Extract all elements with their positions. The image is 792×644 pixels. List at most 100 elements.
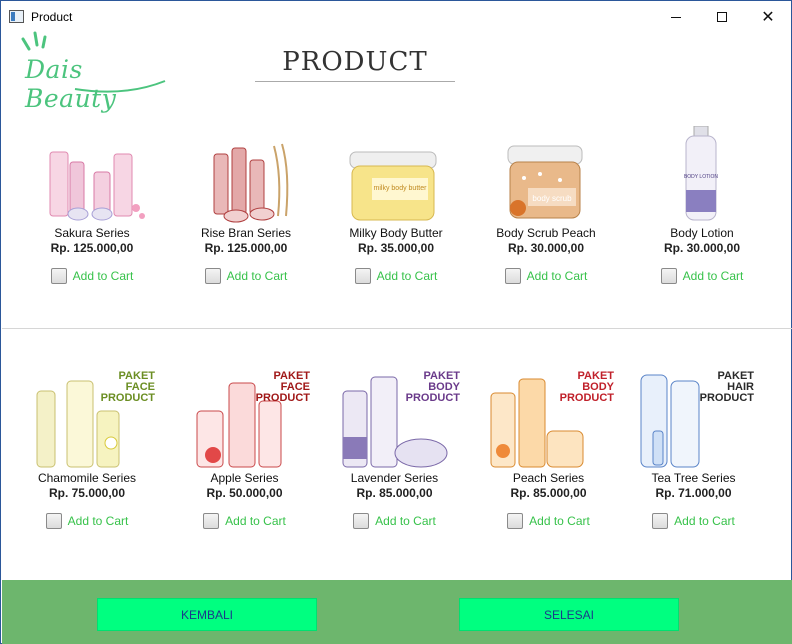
product-image-rise-bran [186, 126, 306, 226]
add-to-cart-toggle[interactable]: Add to Cart [321, 268, 471, 284]
finish-button[interactable]: SELESAI [459, 598, 679, 631]
add-to-cart-checkbox[interactable] [45, 513, 62, 529]
product-name: Milky Body Butter [349, 226, 443, 240]
add-to-cart-checkbox[interactable] [353, 513, 370, 529]
section-divider [2, 328, 792, 329]
brand-logo: Dais Beauty [15, 31, 175, 113]
product-price: Rp. 30.000,00 [663, 241, 741, 255]
add-to-cart-toggle[interactable]: Add to Cart [481, 513, 616, 529]
product-price: Rp. 75.000,00 [48, 486, 126, 500]
add-to-cart-toggle[interactable]: Add to Cart [627, 268, 777, 284]
product-price: Rp. 85.000,00 [510, 486, 587, 500]
page-title: PRODUCT [282, 47, 428, 77]
product-image-peach: PAKET BODY PRODUCT [481, 371, 616, 471]
product-price: Rp. 35.000,00 [357, 241, 435, 255]
maximize-icon [717, 12, 727, 22]
bottle-label: BODY LOTION [684, 174, 718, 180]
product-image-lavender: PAKET BODY PRODUCT [327, 371, 462, 471]
title-underline [255, 81, 455, 82]
app-icon [9, 10, 24, 23]
add-to-cart-checkbox[interactable] [203, 513, 220, 529]
product-card-peach: PAKET BODY PRODUCT Peach Series Rp. 85.0… [481, 371, 616, 529]
add-to-cart-label[interactable]: Add to Cart [529, 514, 590, 528]
add-to-cart-label[interactable]: Add to Cart [527, 269, 588, 283]
add-to-cart-label[interactable]: Add to Cart [227, 269, 288, 283]
product-price: Rp. 50.000,00 [206, 486, 283, 500]
product-card-rise-bran: Rise Bran Series Rp. 125.000,00 Add to C… [171, 126, 321, 284]
product-card-lavender: PAKET BODY PRODUCT Lavender Series Rp. 8… [327, 371, 462, 529]
package-badge: PAKET BODY PRODUCT [406, 371, 460, 404]
product-name: Chamomile Series [37, 471, 137, 485]
product-price: Rp. 125.000,00 [50, 241, 134, 255]
product-card-milky-body-butter: milky body butter Milky Body Butter Rp. … [321, 126, 471, 284]
product-card-sakura: Sakura Series Rp. 125.000,00 Add to Cart [17, 126, 167, 284]
product-image-body-lotion: BODY LOTION [642, 125, 762, 226]
product-name: Body Lotion [670, 226, 734, 240]
back-button[interactable]: KEMBALI [97, 598, 317, 631]
package-badge-line: PRODUCT [559, 392, 614, 404]
product-card-chamomile: PAKET FACE PRODUCT Chamomile Series Rp. … [17, 371, 157, 529]
product-image-sakura [32, 126, 152, 226]
jar-label: body scrub [532, 194, 572, 203]
product-card-tea-tree: PAKET HAIR PRODUCT Tea Tree Series Rp. 7… [631, 371, 756, 529]
add-to-cart-label[interactable]: Add to Cart [73, 269, 134, 283]
add-to-cart-checkbox[interactable] [50, 268, 67, 284]
add-to-cart-label[interactable]: Add to Cart [674, 514, 735, 528]
add-to-cart-toggle[interactable]: Add to Cart [327, 513, 462, 529]
add-to-cart-checkbox[interactable] [504, 268, 521, 284]
package-badge-line: PRODUCT [255, 392, 310, 404]
app-window: Product ✕ Dais Beauty PRODUCT Sakura Ser… [0, 0, 792, 644]
product-name: Sakura Series [54, 226, 130, 240]
add-to-cart-label[interactable]: Add to Cart [375, 514, 436, 528]
product-card-apple: PAKET FACE PRODUCT Apple Series Rp. 50.0… [177, 371, 312, 529]
product-price: Rp. 85.000,00 [356, 486, 433, 500]
product-price: Rp. 30.000,00 [507, 241, 585, 255]
add-to-cart-checkbox[interactable] [204, 268, 221, 284]
package-badge-line: PRODUCT [405, 392, 460, 404]
package-badge-line: PRODUCT [100, 392, 155, 404]
add-to-cart-toggle[interactable]: Add to Cart [631, 513, 756, 529]
package-badge: PAKET BODY PRODUCT [560, 371, 614, 404]
add-to-cart-checkbox[interactable] [660, 268, 677, 284]
close-icon: ✕ [761, 9, 775, 26]
window-title: Product [31, 10, 73, 24]
product-name: Tea Tree Series [651, 471, 736, 485]
add-to-cart-label[interactable]: Add to Cart [225, 514, 286, 528]
add-to-cart-checkbox[interactable] [354, 268, 371, 284]
product-name: Peach Series [512, 471, 585, 485]
add-to-cart-toggle[interactable]: Add to Cart [177, 513, 312, 529]
close-button[interactable]: ✕ [745, 1, 791, 33]
package-badge: PAKET HAIR PRODUCT [700, 371, 754, 404]
package-badge-line: PRODUCT [699, 392, 754, 404]
add-to-cart-label[interactable]: Add to Cart [377, 269, 438, 283]
product-name: Lavender Series [350, 471, 439, 485]
maximize-button[interactable] [699, 1, 745, 33]
title-bar: Product ✕ [1, 1, 791, 33]
add-to-cart-toggle[interactable]: Add to Cart [17, 268, 167, 284]
product-card-body-scrub-peach: body scrub Body Scrub Peach Rp. 30.000,0… [471, 126, 621, 284]
product-image-tea-tree: PAKET HAIR PRODUCT [631, 371, 756, 471]
product-image-milky-body-butter: milky body butter [336, 126, 456, 226]
add-to-cart-toggle[interactable]: Add to Cart [17, 513, 157, 529]
product-price: Rp. 71.000,00 [655, 486, 732, 500]
product-card-body-lotion: BODY LOTION Body Lotion Rp. 30.000,00 Ad… [627, 125, 777, 284]
minimize-button[interactable] [653, 1, 699, 33]
product-name: Rise Bran Series [200, 226, 292, 240]
add-to-cart-label[interactable]: Add to Cart [68, 514, 129, 528]
add-to-cart-checkbox[interactable] [507, 513, 524, 529]
product-image-chamomile: PAKET FACE PRODUCT [17, 371, 157, 471]
package-badge: PAKET FACE PRODUCT [256, 371, 310, 404]
product-image-apple: PAKET FACE PRODUCT [177, 371, 312, 471]
product-name: Apple Series [210, 471, 279, 485]
add-to-cart-toggle[interactable]: Add to Cart [171, 268, 321, 284]
logo-text: Dais Beauty [25, 55, 117, 113]
product-name: Body Scrub Peach [496, 226, 596, 240]
add-to-cart-label[interactable]: Add to Cart [683, 269, 744, 283]
product-price: Rp. 125.000,00 [204, 241, 288, 255]
jar-label: milky body butter [374, 185, 428, 192]
add-to-cart-checkbox[interactable] [652, 513, 669, 529]
product-image-body-scrub-peach: body scrub [486, 126, 606, 226]
package-badge: PAKET FACE PRODUCT [101, 371, 155, 404]
minimize-icon [671, 16, 681, 18]
add-to-cart-toggle[interactable]: Add to Cart [471, 268, 621, 284]
